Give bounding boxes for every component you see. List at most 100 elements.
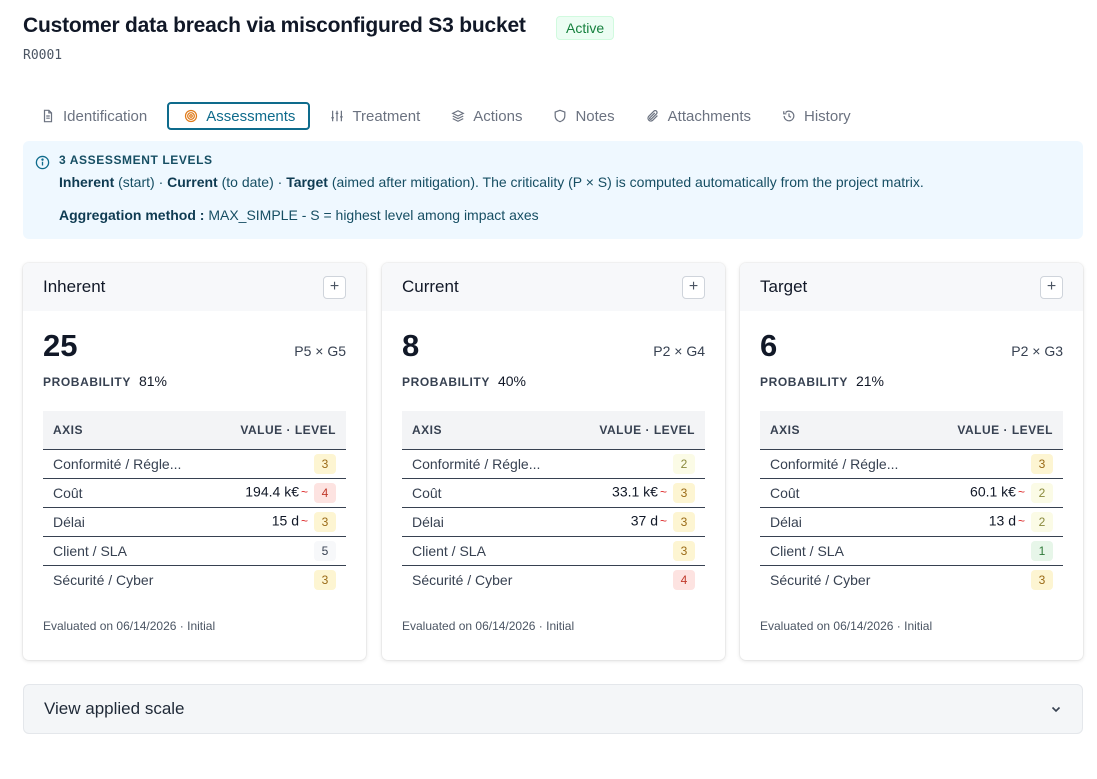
assessment-card-target: Target + 6 P2 × G3 PROBABILITY 21% AXIS … [740,263,1083,660]
history-icon [783,110,795,122]
level-badge: 1 [1031,540,1053,561]
axis-name: Client / SLA [43,536,214,566]
tab-label: Identification [63,107,148,125]
paperclip-icon [647,110,658,122]
axis-name: Sécurité / Cyber [770,571,871,588]
card-title: Target [760,277,808,296]
probability-gravity: P2 × G3 [1011,343,1063,359]
table-row: Conformité / Régle... 3 [43,449,346,479]
table-row: Conformité / Régle... 2 [402,449,705,479]
level-badge: 2 [673,453,695,474]
page-header: Customer data breach via misconfigured S… [23,14,526,63]
table-row: Client / SLA 5 [43,536,346,566]
table-row: Délai 15 d ~3 [43,507,346,537]
document-icon [43,109,53,123]
level-badge: 3 [314,511,336,532]
probability-label: PROBABILITY [43,375,131,389]
level-badge: 4 [673,569,695,590]
axis-name: Sécurité / Cyber [53,571,154,588]
axis-name: Client / SLA [402,536,573,566]
tab-label: Attachments [667,107,752,125]
axis-name: Conformité / Régle... [760,449,931,479]
assessment-info-panel: 3 ASSESSMENT LEVELS Inherent (start) · C… [23,141,1083,239]
tab-bar: Identification Assessments Treatment Act… [30,102,871,130]
probability-value: 40% [497,373,526,389]
tab-treatment[interactable]: Treatment [319,102,431,130]
sliders-icon [331,110,344,122]
tab-label: Notes [575,107,615,125]
tab-label: Treatment [352,107,421,125]
axis-name: Délai [43,507,214,537]
tab-label: Actions [473,107,523,125]
status-badge: Active [556,16,615,40]
value-level-header: VALUE · LEVEL [930,411,1063,450]
assessment-card-current: Current + 8 P2 × G4 PROBABILITY 40% AXIS… [382,263,725,660]
probability-label: PROBABILITY [402,375,490,389]
table-row: Coût 60.1 k€ ~2 [760,478,1063,508]
axis-value: 15 d [271,512,299,529]
tab-history[interactable]: History [771,102,862,130]
info-levels-description: Inherent (start) · Current (to date) · T… [59,174,924,190]
card-header: Current + [382,263,725,311]
axis-value: 33.1 k€ [612,483,658,500]
level-badge: 2 [1031,482,1053,503]
estimate-mark: ~ [1017,485,1025,500]
add-assessment-button[interactable]: + [682,275,705,299]
tab-label: Assessments [206,107,296,125]
axis-name: Conformité / Régle... [43,449,214,479]
level-badge: 3 [314,453,336,474]
table-row: Client / SLA 3 [402,536,705,566]
value-level-header: VALUE · LEVEL [213,411,346,450]
tab-actions[interactable]: Actions [440,102,533,130]
assessment-card-inherent: Inherent + 25 P5 × G5 PROBABILITY 81% AX… [23,263,366,660]
aggregation-label: Aggregation method : [59,207,205,223]
impact-axes-table: AXIS VALUE · LEVEL Conformité / Régle...… [43,411,346,594]
card-header: Inherent + [23,263,366,311]
axis-header: AXIS [43,411,214,450]
scale-toggle-label: View applied scale [44,699,185,718]
inherent-note: (start) [118,174,155,190]
target-icon [185,109,198,123]
estimate-mark: ~ [659,485,667,500]
add-assessment-button[interactable]: + [323,275,346,299]
level-badge: 3 [314,569,336,590]
tab-assessments[interactable]: Assessments [167,102,311,130]
info-heading: 3 ASSESSMENT LEVELS [59,153,213,167]
tab-identification[interactable]: Identification [30,102,158,130]
criticality-score: 6 [760,328,778,363]
table-row: Coût 194.4 k€ ~4 [43,478,346,508]
inherent-term: Inherent [59,174,115,190]
probability-value: 21% [855,373,884,389]
evaluation-date: Evaluated on 06/14/2026 · Initial [402,619,575,633]
evaluation-date: Evaluated on 06/14/2026 · Initial [760,619,933,633]
estimate-mark: ~ [300,514,308,529]
table-row: Sécurité / Cyber 3 [760,565,1063,594]
probability-label: PROBABILITY [760,375,848,389]
table-row: Sécurité / Cyber 4 [402,565,705,594]
card-title: Current [402,277,459,296]
estimate-mark: ~ [300,485,308,500]
add-assessment-button[interactable]: + [1040,275,1063,299]
impact-axes-table: AXIS VALUE · LEVEL Conformité / Régle...… [760,411,1063,594]
axis-name: Délai [402,507,573,537]
axis-name: Délai [760,507,931,537]
probability-value: 81% [138,373,167,389]
target-note: (aimed after mitigation). The criticalit… [331,174,924,190]
axis-name: Sécurité / Cyber [412,571,513,588]
chevron-down-icon [1051,706,1061,713]
target-term: Target [286,174,328,190]
tab-label: History [804,107,851,125]
shield-icon [555,109,566,123]
table-row: Délai 13 d ~2 [760,507,1063,537]
tab-notes[interactable]: Notes [542,102,625,130]
table-row: Sécurité / Cyber 3 [43,565,346,594]
axis-name: Coût [402,478,573,508]
probability-gravity: P5 × G5 [294,343,346,359]
view-applied-scale-toggle[interactable]: View applied scale [23,684,1083,734]
aggregation-value: MAX_SIMPLE - S = highest level among imp… [208,207,539,223]
level-badge: 3 [1031,569,1053,590]
level-badge: 3 [673,511,695,532]
tab-attachments[interactable]: Attachments [635,102,762,130]
axis-value: 194.4 k€ [245,483,299,500]
level-badge: 3 [673,540,695,561]
